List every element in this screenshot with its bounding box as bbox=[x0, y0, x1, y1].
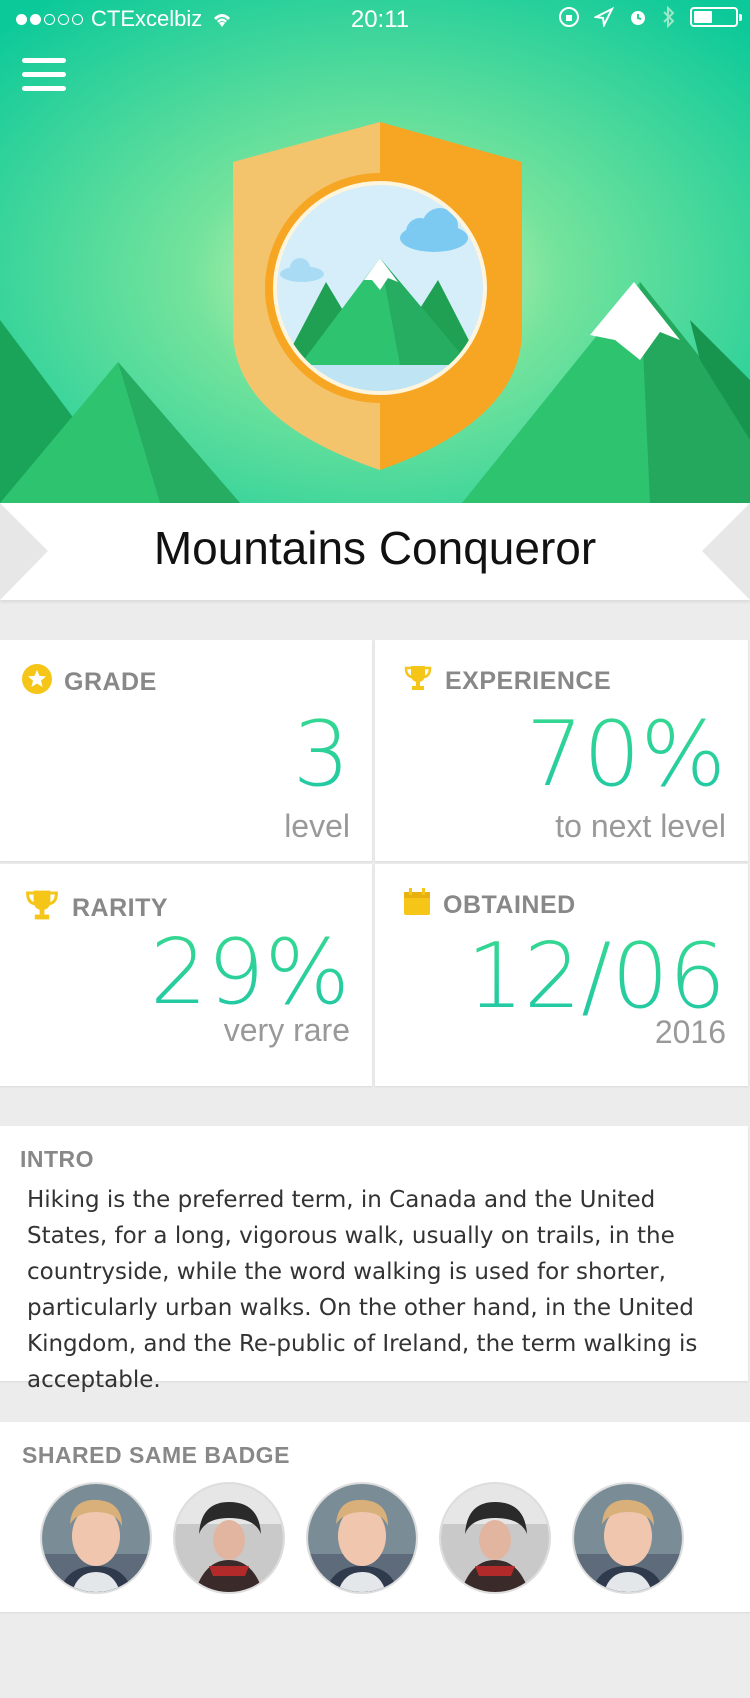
experience-label-row: EXPERIENCE bbox=[403, 664, 611, 699]
intro-text: Hiking is the preferred term, in Canada … bbox=[27, 1187, 698, 1393]
star-icon bbox=[22, 664, 52, 701]
avatar-woman[interactable] bbox=[439, 1482, 551, 1594]
status-bar: CTExcelbiz 20:11 bbox=[0, 0, 750, 38]
status-icons bbox=[558, 6, 742, 28]
rarity-sub: very rare bbox=[223, 1012, 350, 1048]
badge-stats-grid: GRADE 3 level EXPERIENCE 70% to next lev… bbox=[0, 640, 750, 1086]
rarity-label: RARITY bbox=[72, 894, 169, 922]
obtained-card: OBTAINED 12/06 2016 bbox=[375, 864, 748, 1086]
experience-card: EXPERIENCE 70% to next level bbox=[375, 640, 748, 861]
hero-illustration bbox=[0, 0, 750, 503]
rarity-value: 29% bbox=[149, 920, 350, 1025]
alarm-icon bbox=[628, 7, 648, 27]
hero-banner: CTExcelbiz 20:11 bbox=[0, 0, 750, 503]
shared-label: SHARED SAME BADGE bbox=[22, 1442, 290, 1468]
obtained-sub: 2016 bbox=[654, 1014, 726, 1050]
orientation-lock-icon bbox=[558, 6, 580, 28]
grade-label-row: GRADE bbox=[22, 664, 157, 701]
battery-icon bbox=[690, 7, 742, 27]
trophy-icon bbox=[403, 664, 433, 699]
intro-section: INTRO Hiking is the preferred term, in C… bbox=[0, 1126, 748, 1393]
rarity-label-row: RARITY bbox=[24, 888, 168, 929]
obtained-value: 12/06 bbox=[466, 924, 726, 1029]
grade-sub: level bbox=[284, 808, 350, 844]
location-arrow-icon bbox=[594, 7, 614, 27]
grade-card: GRADE 3 level bbox=[0, 640, 372, 861]
bluetooth-icon bbox=[662, 6, 676, 28]
grade-label: GRADE bbox=[64, 668, 157, 696]
experience-value: 70% bbox=[525, 702, 726, 807]
experience-label: EXPERIENCE bbox=[445, 667, 612, 695]
avatar-man[interactable] bbox=[40, 1482, 152, 1594]
badge-title-banner: Mountains Conqueror bbox=[0, 503, 750, 600]
badge-title: Mountains Conqueror bbox=[153, 522, 597, 574]
rarity-card: RARITY 29% very rare bbox=[0, 864, 372, 1086]
experience-sub: to next level bbox=[555, 808, 726, 844]
obtained-label: OBTAINED bbox=[443, 891, 576, 919]
shared-badge-section: SHARED SAME BADGE bbox=[0, 1422, 750, 1612]
intro-label: INTRO bbox=[20, 1146, 95, 1172]
trophy-icon bbox=[24, 888, 60, 929]
avatar-man[interactable] bbox=[572, 1482, 684, 1594]
grade-value: 3 bbox=[292, 702, 350, 807]
obtained-label-row: OBTAINED bbox=[403, 888, 576, 923]
calendar-icon bbox=[403, 888, 431, 923]
avatar-list bbox=[40, 1482, 684, 1594]
avatar-woman[interactable] bbox=[173, 1482, 285, 1594]
avatar-man[interactable] bbox=[306, 1482, 418, 1594]
hamburger-menu-icon[interactable] bbox=[22, 58, 66, 94]
